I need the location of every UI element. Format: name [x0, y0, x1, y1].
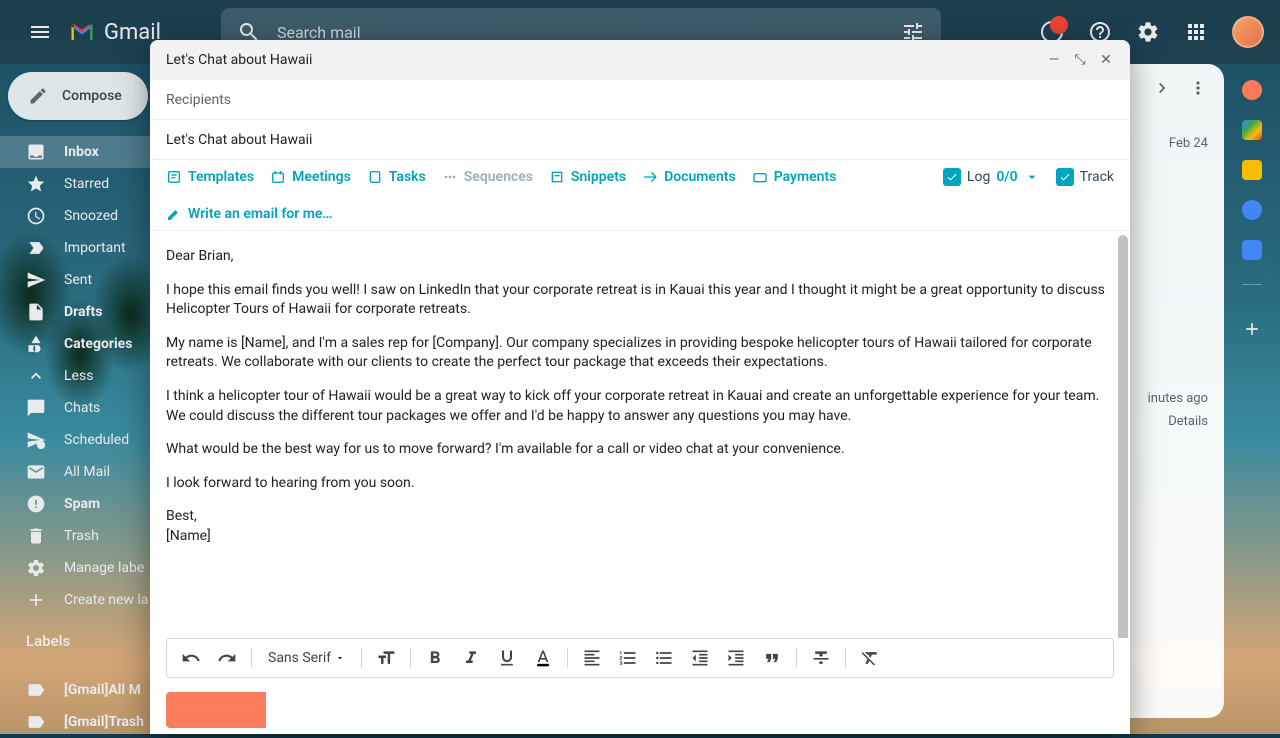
templates-button[interactable]: Templates	[166, 169, 254, 185]
log-toggle[interactable]: Log 0/0	[943, 168, 1040, 186]
subject-input[interactable]	[166, 132, 1114, 148]
message-date: Feb 24	[1169, 136, 1208, 151]
undo-button[interactable]	[175, 642, 207, 674]
compose-window: Let's Chat about Hawaii — ⤡ ✕ Recipients…	[150, 40, 1130, 734]
user-avatar[interactable]	[1232, 16, 1264, 48]
font-size-button[interactable]	[370, 642, 402, 674]
payments-button[interactable]: Payments	[752, 169, 837, 185]
minimize-icon[interactable]: —	[1046, 52, 1062, 68]
font-selector[interactable]: Sans Serif	[260, 650, 353, 666]
calendar-icon[interactable]	[1242, 120, 1262, 140]
more-icon[interactable]	[1188, 78, 1208, 98]
write-ai-button[interactable]: Write an email for me…	[166, 206, 333, 222]
quote-button[interactable]	[756, 642, 788, 674]
side-panel	[1224, 64, 1280, 349]
track-toggle[interactable]: Track	[1056, 168, 1114, 186]
email-body[interactable]: Dear Brian, I hope this email finds you …	[150, 231, 1130, 638]
bullet-list-button[interactable]	[648, 642, 680, 674]
close-icon[interactable]: ✕	[1098, 52, 1114, 68]
indent-more-button[interactable]	[720, 642, 752, 674]
notification-badge	[1050, 16, 1068, 34]
popout-icon[interactable]: ⤡	[1072, 52, 1088, 68]
format-toolbar: Sans Serif	[166, 638, 1114, 678]
keep-icon[interactable]	[1242, 160, 1262, 180]
apps-icon[interactable]	[1176, 12, 1216, 52]
snippets-button[interactable]: Snippets	[549, 169, 626, 185]
compose-button[interactable]: Compose	[8, 72, 148, 120]
redo-button[interactable]	[211, 642, 243, 674]
italic-button[interactable]	[455, 642, 487, 674]
add-app-icon[interactable]	[1232, 309, 1272, 349]
tasks-icon[interactable]	[1242, 200, 1262, 220]
compose-label: Compose	[62, 88, 122, 104]
hubspot-toolbar: Templates Meetings Tasks Sequences Snipp…	[150, 160, 1130, 231]
numbered-list-button[interactable]	[612, 642, 644, 674]
activity-text: inutes ago	[1148, 391, 1208, 406]
next-icon[interactable]	[1152, 78, 1172, 98]
scrollbar[interactable]	[1118, 235, 1128, 638]
hubspot-icon[interactable]	[1242, 80, 1262, 100]
sequences-button[interactable]: Sequences	[442, 169, 533, 185]
align-button[interactable]	[576, 642, 608, 674]
bold-button[interactable]	[419, 642, 451, 674]
recipients-field[interactable]: Recipients	[150, 80, 1130, 120]
settings-icon[interactable]	[1128, 12, 1168, 52]
contacts-icon[interactable]	[1242, 240, 1262, 260]
tasks-button[interactable]: Tasks	[367, 169, 426, 185]
compose-title: Let's Chat about Hawaii	[166, 52, 1046, 68]
meetings-button[interactable]: Meetings	[270, 169, 351, 185]
documents-button[interactable]: Documents	[642, 169, 736, 185]
indent-less-button[interactable]	[684, 642, 716, 674]
remove-format-button[interactable]	[854, 642, 886, 674]
text-color-button[interactable]	[527, 642, 559, 674]
subject-field[interactable]	[150, 120, 1130, 160]
underline-button[interactable]	[491, 642, 523, 674]
search-input[interactable]	[277, 23, 901, 42]
send-button[interactable]	[166, 692, 266, 728]
strikethrough-button[interactable]	[805, 642, 837, 674]
gmail-logo[interactable]: Gmail	[68, 18, 161, 46]
compose-header[interactable]: Let's Chat about Hawaii — ⤡ ✕	[150, 40, 1130, 80]
menu-icon[interactable]	[16, 8, 64, 56]
